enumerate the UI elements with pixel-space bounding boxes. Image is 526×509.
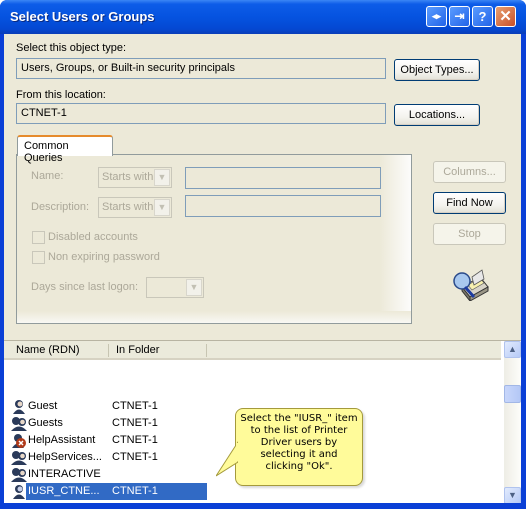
group-icon: [11, 468, 27, 482]
days-since-logon-select[interactable]: ▼: [146, 277, 204, 298]
disabled-accounts-label: Disabled accounts: [48, 231, 138, 243]
row-name: Guest: [28, 400, 58, 412]
row-folder: CTNET-1: [112, 434, 158, 446]
description-input[interactable]: [185, 195, 381, 217]
list-item-selected[interactable]: IUSR_CTNE... CTNET-1: [4, 483, 224, 500]
chevron-down-icon: ▼: [186, 279, 202, 296]
row-name: HelpAssistant: [28, 434, 96, 446]
object-type-field: Users, Groups, or Built-in security prin…: [16, 58, 386, 79]
tab-common-queries[interactable]: Common Queries: [17, 135, 113, 164]
row-name: INTERACTIVE: [28, 468, 101, 480]
row-folder: CTNET-1: [112, 451, 158, 463]
list-item[interactable]: Guest CTNET-1: [4, 398, 224, 415]
vertical-scrollbar[interactable]: ▲ ▼: [504, 341, 521, 504]
non-expiring-checkbox[interactable]: [32, 251, 45, 264]
columns-button[interactable]: Columns...: [433, 161, 506, 183]
user-icon: [13, 400, 25, 414]
chevron-down-icon: ▼: [154, 169, 170, 186]
dialog-window: Select Users or Groups ◂▸ ⇥ ? ✕ Select t…: [0, 0, 526, 509]
object-type-label: Select this object type:: [16, 42, 127, 54]
description-mode-value: Starts with: [102, 201, 154, 213]
balloon-tail: [216, 441, 238, 477]
list-item[interactable]: HelpServices... CTNET-1: [4, 449, 224, 466]
instruction-balloon: Select the "IUSR_" item to the list of P…: [235, 408, 363, 486]
disabled-accounts-checkbox[interactable]: [32, 231, 45, 244]
window-frame-bottom: [0, 503, 526, 509]
list-header: Name (RDN) In Folder: [4, 341, 501, 360]
object-types-button[interactable]: Object Types...: [394, 59, 480, 81]
list-item[interactable]: Guests CTNET-1: [4, 415, 224, 432]
column-header-folder[interactable]: In Folder: [116, 344, 159, 356]
resize-icon[interactable]: ◂▸: [426, 6, 447, 27]
stop-button[interactable]: Stop: [433, 223, 506, 245]
help-icon[interactable]: ?: [472, 6, 493, 27]
panel-shading: [17, 311, 411, 323]
non-expiring-label: Non expiring password: [48, 251, 160, 263]
title-bar[interactable]: Select Users or Groups ◂▸ ⇥ ? ✕: [0, 0, 526, 34]
name-mode-select[interactable]: Starts with ▼: [98, 167, 172, 188]
description-label: Description:: [31, 201, 90, 213]
row-folder: CTNET-1: [112, 417, 158, 429]
window-title: Select Users or Groups: [10, 9, 155, 24]
days-since-logon-label: Days since last logon:: [31, 281, 138, 293]
group-icon: [11, 451, 27, 465]
row-folder: CTNET-1: [112, 400, 158, 412]
disabled-user-icon: [12, 434, 26, 448]
search-printer-icon: [453, 269, 489, 301]
common-queries-panel: Name: Starts with ▼ Description: Starts …: [16, 154, 412, 324]
row-name: IUSR_CTNE...: [28, 485, 100, 497]
row-name: HelpServices...: [28, 451, 102, 463]
scroll-up-icon[interactable]: ▲: [504, 341, 521, 358]
location-field: CTNET-1: [16, 103, 386, 124]
description-mode-select[interactable]: Starts with ▼: [98, 197, 172, 218]
name-label: Name:: [31, 170, 64, 182]
column-separator[interactable]: [206, 344, 207, 357]
column-separator[interactable]: [108, 344, 109, 357]
list-item[interactable]: HelpAssistant CTNET-1: [4, 432, 224, 449]
row-name: Guests: [28, 417, 63, 429]
location-label: From this location:: [16, 89, 106, 101]
user-icon: [13, 485, 25, 499]
exit-icon[interactable]: ⇥: [449, 6, 470, 27]
find-now-button[interactable]: Find Now: [433, 192, 506, 214]
close-icon[interactable]: ✕: [495, 6, 516, 27]
list-item[interactable]: INTERACTIVE: [4, 466, 224, 483]
column-header-name[interactable]: Name (RDN): [16, 344, 80, 356]
group-icon: [11, 417, 27, 431]
row-folder: CTNET-1: [112, 485, 158, 497]
chevron-down-icon: ▼: [154, 199, 170, 216]
name-input[interactable]: [185, 167, 381, 189]
scroll-down-icon[interactable]: ▼: [504, 487, 521, 504]
scroll-thumb[interactable]: [504, 385, 521, 403]
name-mode-value: Starts with: [102, 171, 154, 183]
locations-button[interactable]: Locations...: [394, 104, 480, 126]
